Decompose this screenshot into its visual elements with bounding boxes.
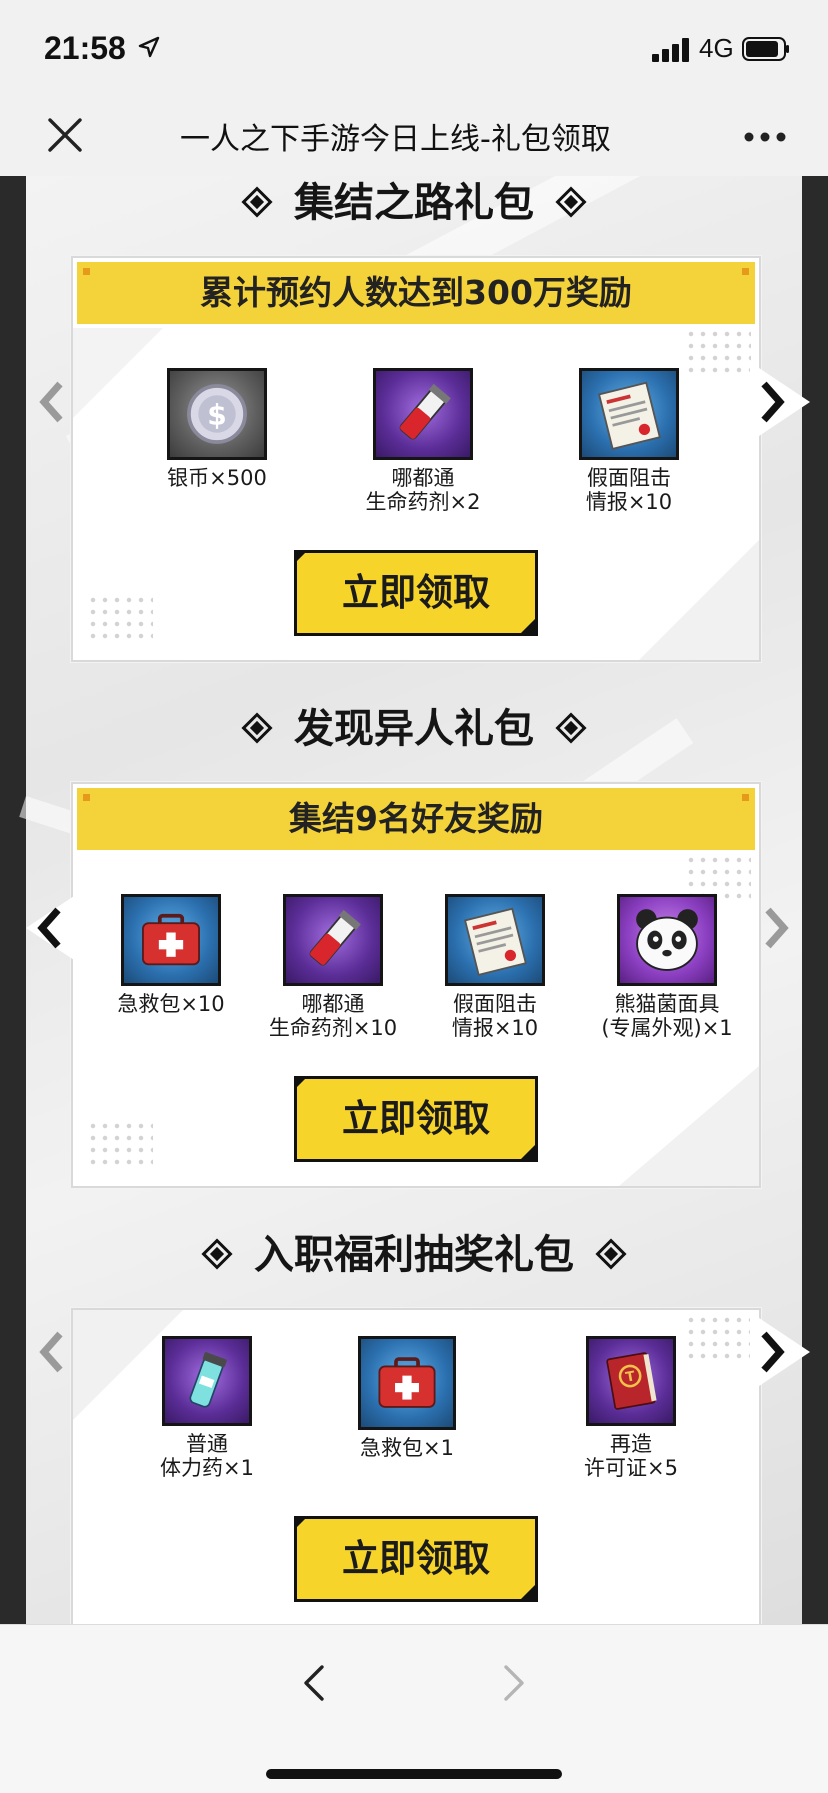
status-bar: 21:58 4G <box>0 0 828 96</box>
intel-document-icon <box>445 894 545 986</box>
license-book-icon: T <box>586 1336 676 1426</box>
carousel-next-icon[interactable] <box>750 1312 810 1392</box>
item-label: 普通 体力药×1 <box>127 1432 287 1480</box>
health-potion-icon <box>283 894 383 986</box>
reward-item[interactable]: 假面阻击 情报×10 <box>549 368 709 514</box>
reward-item[interactable]: 假面阻击 情报×10 <box>415 894 575 1040</box>
item-label-line: 情报×10 <box>585 490 673 514</box>
intel-document-icon <box>579 368 679 460</box>
back-arrow-icon[interactable] <box>298 1661 328 1705</box>
panda-mask-icon <box>617 894 717 986</box>
close-icon[interactable] <box>44 114 86 156</box>
diamond-ornament-icon <box>241 712 273 744</box>
gift-pack-card: 累计预约人数达到300万奖励 $ 银币×500 哪都通 生命药剂×2 假面阻击 情报… <box>71 256 761 662</box>
first-aid-kit-icon <box>121 894 221 986</box>
gift-pack-card: 普通 体力药×1 急救包×1 T 再造 许可证×5 立即领取 <box>71 1308 761 1624</box>
diamond-ornament-icon <box>595 1238 627 1270</box>
svg-text:$: $ <box>207 398 227 431</box>
item-label: 银币×500 <box>167 466 267 490</box>
corner-triangle <box>619 1066 759 1186</box>
silver-coin-icon: $ <box>167 368 267 460</box>
item-label: 哪都通 生命药剂×10 <box>253 992 413 1040</box>
section-title-text: 发现异人礼包 <box>294 705 534 752</box>
item-label-line: 普通 <box>186 1432 228 1456</box>
browser-nav-bar: 一人之下手游今日上线-礼包领取 <box>0 96 828 177</box>
cellular-signal-icon <box>652 38 689 62</box>
diamond-ornament-icon <box>201 1238 233 1270</box>
reward-item[interactable]: $ 银币×500 <box>137 368 297 490</box>
network-type: 4G <box>699 33 734 63</box>
first-aid-kit-icon <box>358 1336 456 1430</box>
reward-item[interactable]: 急救包×10 <box>91 894 251 1016</box>
more-options-icon[interactable] <box>744 130 786 144</box>
stamina-potion-icon <box>162 1336 252 1426</box>
item-label-line: 再造 <box>610 1432 652 1456</box>
carousel-next-icon[interactable] <box>750 362 810 442</box>
item-label: 再造 许可证×5 <box>551 1432 711 1480</box>
item-label: 急救包×1 <box>360 1436 454 1460</box>
carousel-prev-icon[interactable] <box>26 1312 86 1392</box>
carousel-prev-icon[interactable] <box>26 362 86 442</box>
page-title: 一人之下手游今日上线-礼包领取 <box>180 122 611 157</box>
diamond-ornament-icon <box>241 186 273 218</box>
web-content[interactable]: 集结之路礼包 累计预约人数达到300万奖励 $ 银币×500 哪都通 生命药剂×2… <box>0 176 828 1624</box>
claim-button[interactable]: 立即领取 <box>294 550 538 636</box>
item-label: 假面阻击 情报×10 <box>549 466 709 514</box>
status-time: 21:58 <box>44 30 126 66</box>
item-label: 熊猫菌面具 (专属外观)×1 <box>577 992 757 1040</box>
item-label-line: 情报×10 <box>451 1016 539 1040</box>
health-potion-icon <box>373 368 473 460</box>
section-title: 集结之路礼包 <box>26 176 802 228</box>
item-label: 假面阻击 情报×10 <box>415 992 575 1040</box>
dot-pattern <box>87 1120 153 1168</box>
diamond-ornament-icon <box>555 186 587 218</box>
card-header: 累计预约人数达到300万奖励 <box>77 262 755 324</box>
browser-toolbar <box>0 1624 828 1793</box>
item-label-line: (专属外观)×1 <box>601 1016 733 1040</box>
gift-pack-card: 集结9名好友奖励 急救包×10 哪都通 生命药剂×10 假面阻击 情报×10 熊… <box>71 782 761 1188</box>
item-label-line: 生命药剂×2 <box>365 490 481 514</box>
item-label-line: 许可证×5 <box>584 1456 678 1480</box>
forward-arrow-icon[interactable] <box>500 1661 530 1705</box>
item-label-line: 熊猫菌面具 <box>614 992 720 1016</box>
item-label: 急救包×10 <box>117 992 225 1016</box>
item-label-line: 假面阻击 <box>453 992 537 1016</box>
item-label-line: 生命药剂×10 <box>268 1016 398 1040</box>
card-header: 集结9名好友奖励 <box>77 788 755 850</box>
reward-item[interactable]: 哪都通 生命药剂×10 <box>253 894 413 1040</box>
carousel-prev-icon[interactable] <box>26 888 86 968</box>
diamond-ornament-icon <box>555 712 587 744</box>
reward-item[interactable]: 熊猫菌面具 (专属外观)×1 <box>577 894 757 1040</box>
reward-item[interactable]: 急救包×1 <box>327 1336 487 1460</box>
corner-triangle <box>639 540 759 660</box>
home-indicator[interactable] <box>266 1769 562 1779</box>
section-title-text: 入职福利抽奖礼包 <box>254 1231 574 1278</box>
section-title-text: 集结之路礼包 <box>294 179 534 226</box>
item-label-line: 体力药×1 <box>160 1456 254 1480</box>
claim-button[interactable]: 立即领取 <box>294 1516 538 1602</box>
item-label-line: 哪都通 <box>391 466 455 490</box>
item-label: 哪都通 生命药剂×2 <box>343 466 503 514</box>
location-arrow-icon <box>138 36 160 58</box>
section-title: 入职福利抽奖礼包 <box>26 1222 802 1280</box>
reward-item[interactable]: 哪都通 生命药剂×2 <box>343 368 503 514</box>
claim-button[interactable]: 立即领取 <box>294 1076 538 1162</box>
carousel-next-icon[interactable] <box>750 888 810 968</box>
item-label-line: 哪都通 <box>301 992 365 1016</box>
reward-item[interactable]: T 再造 许可证×5 <box>551 1336 711 1480</box>
dot-pattern <box>87 594 153 642</box>
section-title: 发现异人礼包 <box>26 696 802 754</box>
item-label-line: 假面阻击 <box>587 466 671 490</box>
battery-icon <box>742 37 789 61</box>
reward-item[interactable]: 普通 体力药×1 <box>127 1336 287 1480</box>
